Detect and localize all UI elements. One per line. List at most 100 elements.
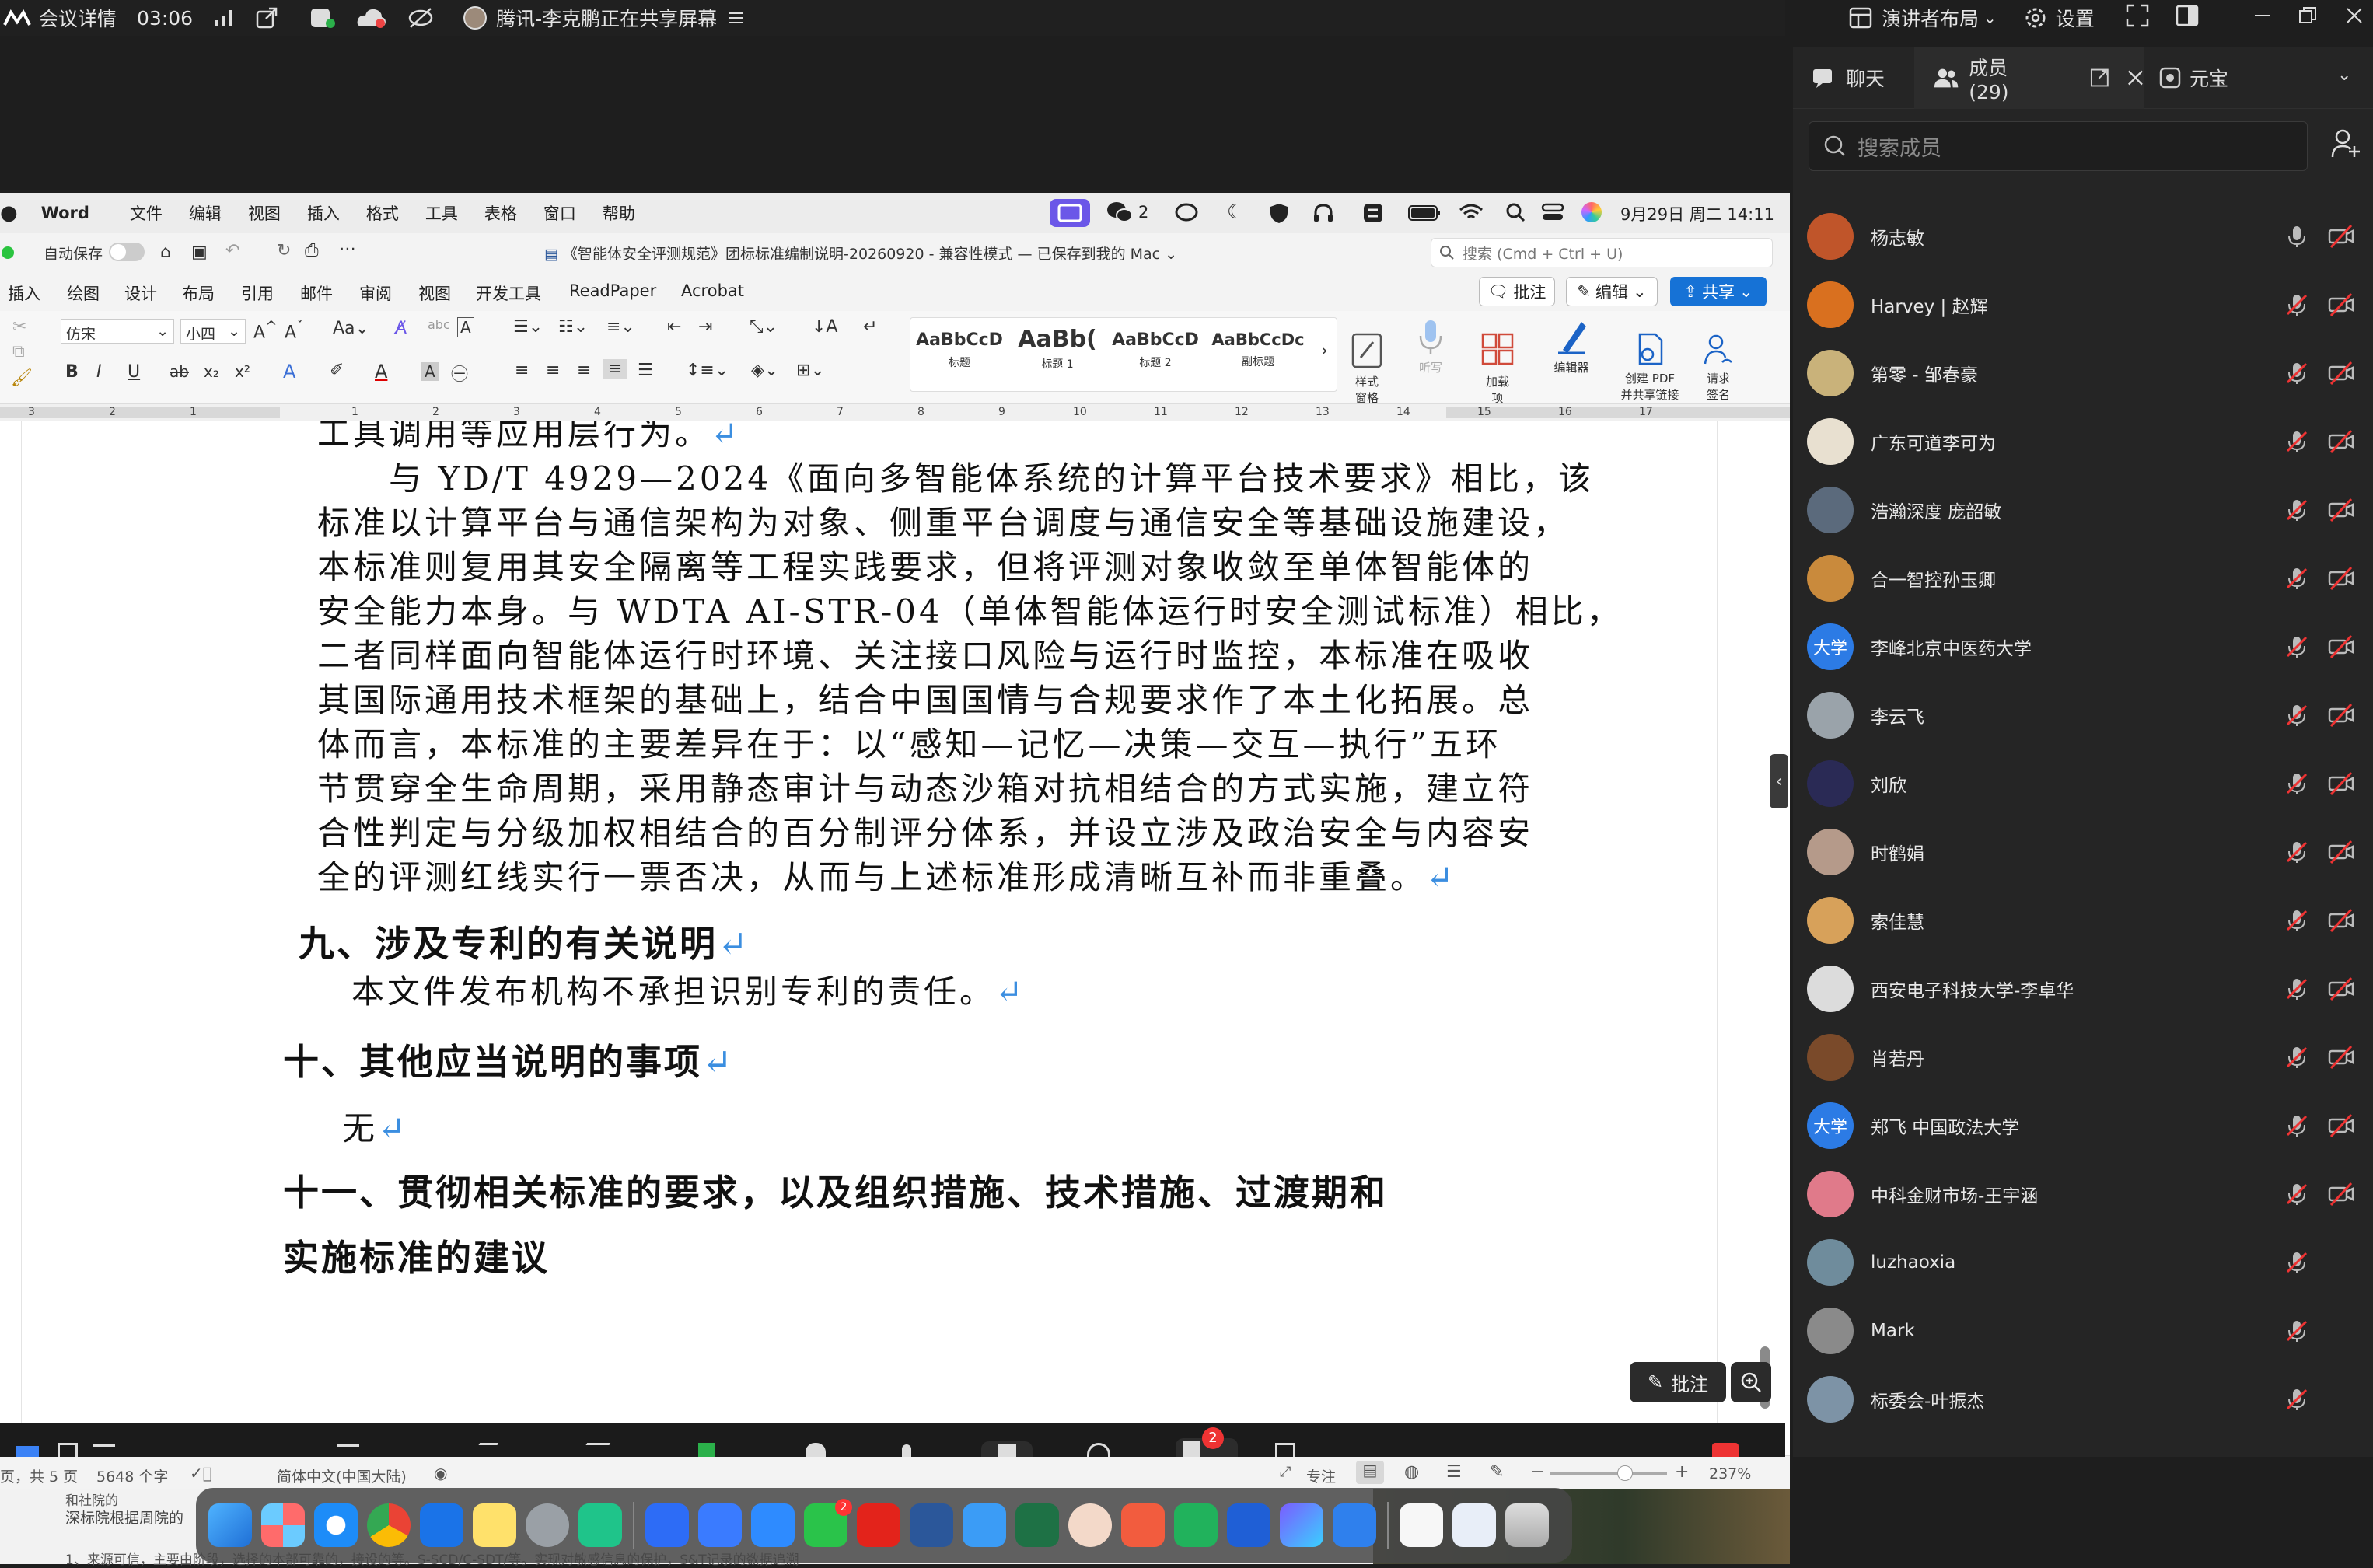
mic-muted-icon[interactable] xyxy=(2284,566,2309,591)
toolbar-members-icon[interactable] xyxy=(806,1443,826,1457)
shield-icon[interactable] xyxy=(1269,202,1289,228)
hide-icon[interactable] xyxy=(407,7,434,29)
apple-icon[interactable]: ● xyxy=(0,201,18,225)
lark-icon[interactable] xyxy=(420,1503,463,1547)
camera-off-icon[interactable] xyxy=(2328,702,2354,728)
italic-icon[interactable]: I xyxy=(96,362,102,382)
document-page[interactable]: 工具调用等应用层行为。↵ 与 YD/T 4929—2024《面向多智能体系统的计… xyxy=(22,421,1717,1455)
decrease-indent-icon[interactable]: ⇤ xyxy=(667,317,681,337)
member-row[interactable]: 李云飞 xyxy=(1807,681,2359,749)
camera-off-icon[interactable] xyxy=(2328,360,2354,386)
menubar-clock[interactable]: 9月29日 周二 14:11 xyxy=(1620,202,1774,225)
tab-insert[interactable]: 插入 xyxy=(8,281,40,305)
camera-off-icon[interactable] xyxy=(2328,223,2354,250)
member-row[interactable]: 第零 - 邹春豪 xyxy=(1807,339,2359,407)
tencent-meeting-icon[interactable] xyxy=(698,1503,742,1547)
style-subtitle[interactable]: AaBbCcDc 副标题 xyxy=(1207,323,1309,388)
member-row[interactable]: 大学 李峰北京中医药大学 xyxy=(1807,613,2359,681)
popout-icon[interactable] xyxy=(2090,68,2109,88)
member-row[interactable]: 杨志敏 xyxy=(1807,202,2359,271)
comments-button[interactable]: 🗨 批注 xyxy=(1479,277,1555,306)
member-row[interactable]: 广东可道李可为 xyxy=(1807,407,2359,476)
undo-icon[interactable]: ↶ xyxy=(225,241,239,260)
mic-muted-icon[interactable] xyxy=(2284,1318,2309,1343)
phonetic-guide-icon[interactable]: abc xyxy=(428,317,450,332)
toolbar-leave-button[interactable] xyxy=(1712,1443,1739,1457)
minimize-icon[interactable] xyxy=(2253,6,2272,30)
camera-off-icon[interactable] xyxy=(2328,565,2354,592)
toolbar-record-button[interactable] xyxy=(981,1441,1033,1457)
save-icon[interactable]: ▣ xyxy=(191,243,208,262)
member-row[interactable]: 刘欣 xyxy=(1807,749,2359,818)
toolbar-mute-icon[interactable] xyxy=(471,1443,499,1457)
member-row[interactable]: 大学 郑飞 中国政法大学 xyxy=(1807,1091,2359,1160)
character-border-icon[interactable]: A xyxy=(457,317,474,337)
dictate-button[interactable]: 听写 xyxy=(1409,317,1452,375)
numbering-icon[interactable]: ☷⌄ xyxy=(558,317,588,337)
external-link-icon[interactable] xyxy=(255,6,278,30)
tab-members[interactable]: 成员(29) xyxy=(1914,47,2144,109)
wechat-status[interactable]: 2 xyxy=(1106,201,1148,224)
request-sign-button[interactable]: 请求 签名 xyxy=(1695,317,1742,417)
app-mail-icon[interactable] xyxy=(963,1503,1006,1547)
app-cube-icon[interactable] xyxy=(1333,1503,1376,1547)
menu-view[interactable]: 视图 xyxy=(248,201,281,225)
outline-icon[interactable]: ☰ xyxy=(1446,1462,1462,1482)
style-heading-1[interactable]: AaBb( 标题 1 xyxy=(1012,323,1103,388)
zoom-slider[interactable] xyxy=(1550,1472,1667,1475)
mic-muted-icon[interactable] xyxy=(2284,1250,2309,1275)
mic-muted-icon[interactable] xyxy=(2284,361,2309,386)
font-name-select[interactable]: 仿宋 ⌄ xyxy=(61,319,174,344)
subscript-icon[interactable]: x₂ xyxy=(204,362,219,381)
menu-table[interactable]: 表格 xyxy=(484,201,517,225)
proofing-icon[interactable]: ✓⃞ xyxy=(190,1464,212,1482)
camera-off-icon[interactable] xyxy=(2328,634,2354,660)
editor-button[interactable]: 编辑器 xyxy=(1543,317,1600,375)
notes-icon[interactable] xyxy=(473,1503,516,1547)
tab-design[interactable]: 设计 xyxy=(124,281,157,305)
window-maximize-dot[interactable] xyxy=(2,246,14,259)
downloads-icon[interactable] xyxy=(1452,1503,1496,1547)
menu-help[interactable]: 帮助 xyxy=(603,201,635,225)
text-direction-icon[interactable]: ⤡⌄ xyxy=(750,317,778,337)
camera-off-icon[interactable] xyxy=(2328,428,2354,455)
member-row[interactable]: 合一智控孙玉卿 xyxy=(1807,544,2359,613)
mic-muted-icon[interactable] xyxy=(2284,703,2309,728)
word-icon[interactable] xyxy=(910,1503,953,1547)
member-search-input[interactable]: 搜索成员 xyxy=(1809,121,2308,171)
document-icon[interactable] xyxy=(1400,1503,1443,1547)
toolbar-more-icon[interactable] xyxy=(1275,1443,1295,1457)
layout-menu[interactable]: 演讲者布局 ⌄ xyxy=(1849,4,1997,32)
acrobat-icon[interactable] xyxy=(857,1503,900,1547)
annotate-button[interactable]: ✎ 批注 xyxy=(1630,1362,1726,1402)
chat-bubble-icon[interactable] xyxy=(1174,202,1199,228)
mic-icon[interactable] xyxy=(2284,224,2309,249)
tab-yuanbao[interactable]: 元宝 xyxy=(2158,47,2252,109)
print-layout-icon[interactable]: ▤ xyxy=(1356,1461,1384,1484)
web-layout-icon[interactable]: ◍ xyxy=(1404,1462,1419,1482)
more-icon[interactable]: ⋯ xyxy=(339,239,356,259)
tab-readpaper[interactable]: ReadPaper xyxy=(569,281,656,300)
mic-muted-icon[interactable] xyxy=(2284,908,2309,933)
member-row[interactable]: 标委会-叶振杰 xyxy=(1807,1365,2359,1434)
member-row[interactable]: 西安电子科技大学-李卓华 xyxy=(1807,955,2359,1023)
align-right-icon[interactable]: ≡ xyxy=(577,361,591,380)
create-pdf-button[interactable]: 创建 PDF 并共享链接 xyxy=(1613,317,1687,417)
close-icon[interactable] xyxy=(2127,68,2144,87)
page-count[interactable]: 页，共 5 页 xyxy=(0,1465,78,1486)
copy-icon[interactable]: ⧉ xyxy=(12,342,25,361)
font-color-icon[interactable]: A xyxy=(375,361,387,382)
toolbar-share-icon[interactable] xyxy=(93,1444,115,1457)
toolbar-apps-icon[interactable] xyxy=(1087,1443,1110,1457)
wechat-dock-icon[interactable]: 2 xyxy=(804,1499,852,1547)
word-count[interactable]: 5648 个字 xyxy=(96,1465,168,1486)
show-marks-icon[interactable]: ↵ xyxy=(863,317,877,337)
fullscreen-icon[interactable] xyxy=(2126,4,2149,32)
member-row[interactable]: 肖若丹 xyxy=(1807,1023,2359,1091)
trash-icon[interactable] xyxy=(1505,1503,1549,1547)
member-row[interactable]: luzhaoxia xyxy=(1807,1228,2359,1297)
zoom-in-icon[interactable]: + xyxy=(1675,1462,1689,1482)
menu-format[interactable]: 格式 xyxy=(366,201,399,225)
borders-icon[interactable]: ⊞⌄ xyxy=(796,361,825,380)
member-row[interactable]: Harvey | 赵辉 xyxy=(1807,271,2359,339)
